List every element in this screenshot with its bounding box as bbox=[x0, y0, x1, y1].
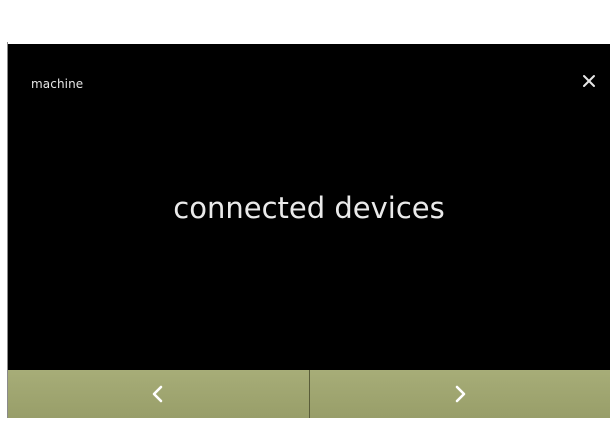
chevron-left-icon bbox=[152, 385, 163, 403]
page-heading: connected devices bbox=[173, 191, 445, 225]
machine-screen: machine connected devices bbox=[8, 44, 610, 374]
close-button[interactable] bbox=[576, 68, 602, 94]
screen-title: machine bbox=[31, 77, 84, 91]
next-button[interactable] bbox=[309, 370, 610, 418]
chevron-right-icon bbox=[455, 385, 466, 403]
page: machine connected devices bbox=[0, 0, 610, 421]
close-icon bbox=[583, 75, 595, 87]
navigation-bar bbox=[8, 370, 610, 418]
previous-button[interactable] bbox=[8, 370, 309, 418]
